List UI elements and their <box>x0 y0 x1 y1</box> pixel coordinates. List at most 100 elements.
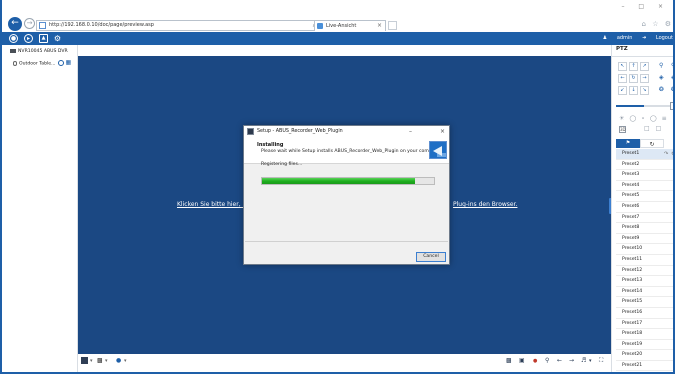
ptz-left-button[interactable]: ← <box>618 74 627 83</box>
ptz-down-right-button[interactable]: ↘ <box>640 86 649 95</box>
focus-far-icon[interactable]: ◈ <box>671 74 673 82</box>
iris-close-icon[interactable]: ❂ <box>671 86 673 94</box>
preset-item[interactable]: Preset21 <box>616 361 673 372</box>
3d-positioning-icon[interactable]: 3D <box>619 126 626 133</box>
ptz-title: PTZ <box>616 46 628 52</box>
tab-favicon-icon <box>317 23 323 29</box>
zoom-icon[interactable]: ⚲ <box>545 357 549 365</box>
ptz-tabs: ⚑ ↻ <box>616 139 673 148</box>
stream-type-icon[interactable]: ▩ <box>97 357 103 365</box>
live-view-icon[interactable]: ● <box>9 34 18 43</box>
configuration-icon[interactable]: ⚙ <box>53 34 62 43</box>
preset-item[interactable]: Preset14 <box>616 287 673 298</box>
close-icon[interactable]: × <box>440 126 445 138</box>
ptz-auto-button[interactable]: ↻ <box>629 74 638 83</box>
preset-item[interactable]: Preset9 <box>616 234 673 245</box>
install-status: Registering files... <box>261 162 303 167</box>
previous-icon[interactable]: ← <box>557 357 562 365</box>
preset-item[interactable]: Preset10 <box>616 244 673 255</box>
ptz-aux-tools[interactable]: ☀◯⋆◯≡ <box>619 115 672 122</box>
camera-row[interactable]: Outdoor Table... ▦ <box>13 59 71 69</box>
stop-all-icon[interactable]: ▩ <box>506 357 512 365</box>
minimize-icon[interactable]: – <box>409 126 412 137</box>
preset-item[interactable]: Preset20 <box>616 350 673 361</box>
plugin-install-link-tail[interactable]: Plug-ins den Browser. <box>453 201 517 208</box>
chevron-down-icon[interactable]: ▾ <box>105 357 108 365</box>
preset-item[interactable]: Preset8 <box>616 223 673 234</box>
ptz-up-button[interactable]: ↑ <box>629 62 638 71</box>
cancel-button[interactable]: Cancel <box>416 252 446 262</box>
zoom-out-icon[interactable]: ⚲ <box>671 62 673 70</box>
preset-actions-icon[interactable]: ↷⚙ <box>664 149 673 159</box>
iris-open-icon[interactable]: ❂ <box>659 86 664 94</box>
window-controls[interactable]: – □ × <box>621 3 669 10</box>
preset-item[interactable]: Preset11 <box>616 255 673 266</box>
preset-item[interactable]: Preset1 ↷⚙ <box>616 149 673 160</box>
address-bar[interactable]: http://192.168.0.10/doc/page/preview.asp… <box>36 20 332 31</box>
url-text[interactable]: http://192.168.0.10/doc/page/preview.asp <box>49 21 154 30</box>
preset-list: Preset1 ↷⚙ Preset2 Preset3 Preset4 Preset5 Pre… <box>616 149 673 372</box>
preset-label: Preset1 <box>622 151 640 156</box>
page-icon <box>39 22 46 29</box>
preset-label: Preset4 <box>622 182 640 188</box>
preset-item[interactable]: Preset3 <box>616 170 673 181</box>
plugin-install-link[interactable]: Klicken Sie bitte hier, um <box>177 201 252 208</box>
zoom-in-icon[interactable]: ⚲ <box>659 62 663 70</box>
install-progress-bar <box>261 177 435 185</box>
preset-item[interactable]: Preset7 <box>616 213 673 224</box>
preset-item[interactable]: Preset15 <box>616 297 673 308</box>
chevron-down-icon[interactable]: ▾ <box>90 357 93 365</box>
focus-near-icon[interactable]: ◈ <box>659 74 664 82</box>
window-layout-icon[interactable] <box>81 357 88 364</box>
camera-icon <box>13 60 17 66</box>
fullscreen-icon[interactable]: ⛶ <box>599 357 603 365</box>
microphone-icon[interactable]: ● <box>116 357 121 365</box>
logout-link[interactable]: Logout <box>656 35 673 41</box>
preset-item[interactable]: Preset2 <box>616 160 673 171</box>
preset-item[interactable]: Preset13 <box>616 276 673 287</box>
preset-item[interactable]: Preset12 <box>616 266 673 277</box>
preset-item[interactable]: Preset4 <box>616 181 673 192</box>
ptz-speed-handle[interactable] <box>670 102 673 110</box>
browser-toolbar-icons[interactable]: ⌂ ☆ ⚙ <box>642 20 673 28</box>
ptz-down-left-button[interactable]: ↙ <box>618 86 627 95</box>
forward-button[interactable]: → <box>24 18 35 29</box>
back-button[interactable]: ← <box>8 17 22 31</box>
record-icon[interactable]: ● <box>533 357 537 365</box>
volume-icon[interactable]: ♬ <box>581 357 586 365</box>
next-icon[interactable]: → <box>569 357 574 365</box>
ptz-up-right-button[interactable]: ↗ <box>640 62 649 71</box>
playback-icon[interactable]: ▸ <box>24 34 33 43</box>
chevron-down-icon[interactable]: ▾ <box>589 357 592 365</box>
preset-item[interactable]: Preset6 <box>616 202 673 213</box>
ptz-right-button[interactable]: → <box>640 74 649 83</box>
record-icon[interactable] <box>58 60 65 66</box>
ptz-speed-slider[interactable] <box>616 105 672 107</box>
capture-icon[interactable]: ▣ <box>519 357 525 365</box>
chevron-down-icon[interactable]: ▾ <box>124 357 127 365</box>
setup-app-icon <box>247 128 254 135</box>
tab-presets[interactable]: ⚑ <box>616 139 640 148</box>
preset-label: Preset5 <box>622 193 640 199</box>
browser-titlebar: – □ × ← → http://192.168.0.10/doc/page/p… <box>2 0 673 32</box>
logout-icon[interactable]: ➜ <box>642 35 646 41</box>
preset-item[interactable]: Preset17 <box>616 319 673 330</box>
new-tab-button[interactable] <box>388 21 397 30</box>
tab-live-view[interactable]: Live-Ansicht × <box>314 20 386 31</box>
installer-logo-arrow <box>433 146 442 156</box>
ptz-down-button[interactable]: ↓ <box>629 86 638 95</box>
tab-close-icon[interactable]: × <box>377 21 382 31</box>
device-row[interactable]: NVR10045 ABUS DVR <box>10 48 68 56</box>
preset-label: Preset12 <box>622 267 643 273</box>
browser-window: – □ × ← → http://192.168.0.10/doc/page/p… <box>0 0 675 374</box>
preset-item[interactable]: Preset18 <box>616 329 673 340</box>
tab-patrol[interactable]: ↻ <box>640 139 664 148</box>
install-progress-fill <box>262 178 415 184</box>
ptz-lock-tools[interactable]: □□ <box>644 125 667 132</box>
preset-item[interactable]: Preset16 <box>616 308 673 319</box>
stream-icon[interactable]: ▦ <box>65 59 71 67</box>
picture-icon[interactable]: ▲ <box>39 34 48 43</box>
ptz-up-left-button[interactable]: ↖ <box>618 62 627 71</box>
preset-item[interactable]: Preset5 <box>616 191 673 202</box>
preset-item[interactable]: Preset19 <box>616 340 673 351</box>
